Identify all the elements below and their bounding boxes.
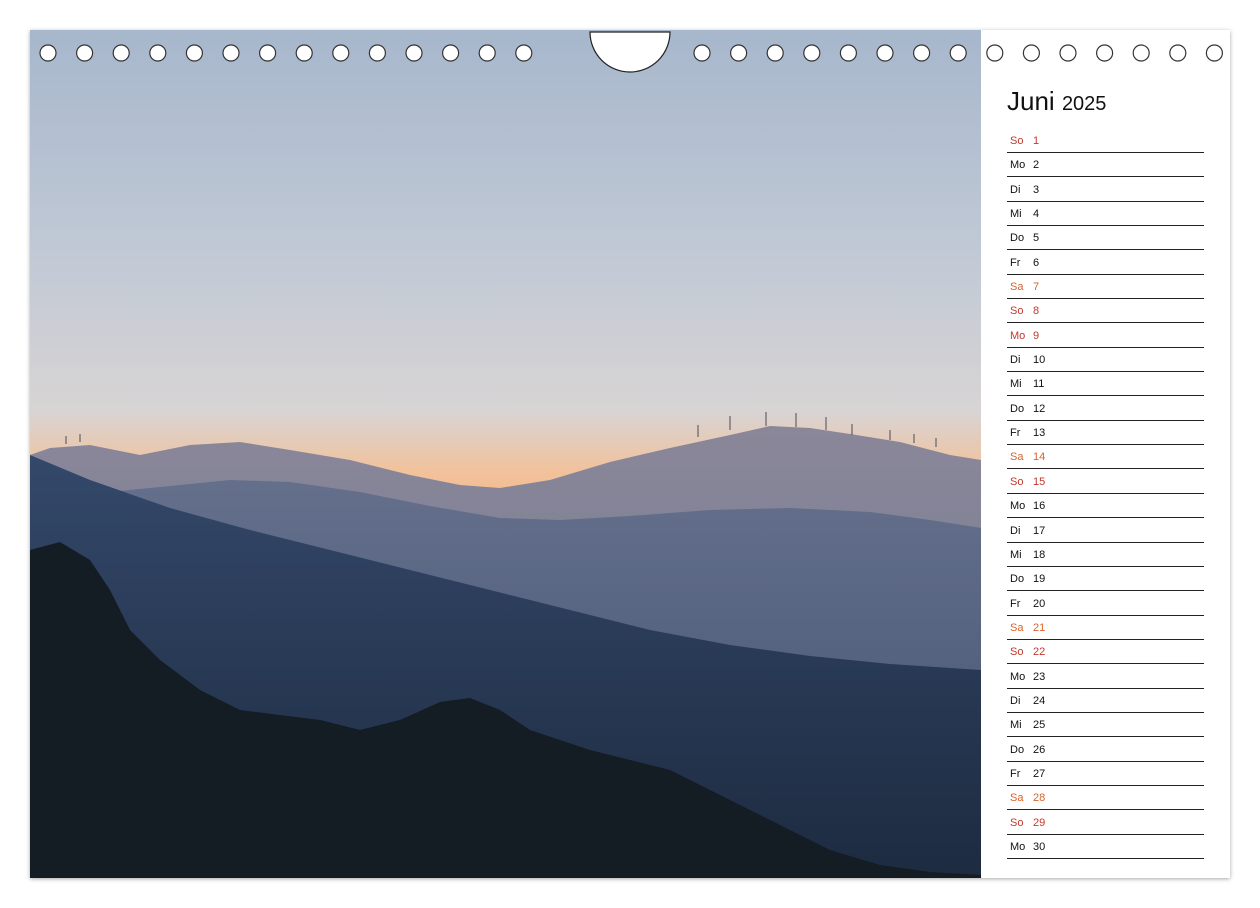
weekday-label: Mi	[1010, 208, 1022, 221]
day-row: Do 5	[1007, 227, 1204, 251]
day-list: So 1 Mo 2 Di 3 Mi 4 Do 5 Fr 6 Sa 7 So 8 Mo 9 Di 10 Mi 11 Do 12 F…	[1007, 130, 1204, 860]
day-row: Mi 4	[1007, 203, 1204, 227]
weekday-label: Mo	[1010, 840, 1026, 853]
day-row: Sa 14	[1007, 446, 1204, 470]
day-row: So 1	[1007, 130, 1204, 153]
day-row: Sa 7	[1007, 276, 1204, 300]
weekday-label: Di	[1010, 694, 1021, 707]
weekday-label: So	[1010, 646, 1024, 659]
day-number: 25	[1033, 719, 1046, 732]
day-row: Sa 28	[1007, 787, 1204, 811]
weekday-label: So	[1010, 135, 1024, 147]
day-row: So 29	[1007, 812, 1204, 835]
weekday-label: Di	[1010, 524, 1021, 537]
day-number: 15	[1033, 475, 1046, 488]
weekday-label: Do	[1010, 573, 1025, 586]
month-name: Juni	[1007, 86, 1055, 116]
day-number: 3	[1033, 183, 1040, 196]
weekday-label: Mo	[1010, 500, 1026, 513]
day-number: 30	[1033, 840, 1046, 853]
weekday-label: Fr	[1010, 597, 1021, 610]
day-number: 24	[1033, 694, 1046, 707]
landscape-photo	[30, 30, 981, 878]
weekday-label: Di	[1010, 354, 1021, 367]
day-row: Fr 20	[1007, 593, 1204, 616]
day-number: 10	[1033, 354, 1046, 367]
day-row: Do 12	[1007, 398, 1204, 421]
day-row: Fr 6	[1007, 252, 1204, 275]
day-row: Di 10	[1007, 349, 1204, 373]
day-number: 28	[1033, 792, 1046, 805]
weekday-label: So	[1010, 475, 1024, 488]
day-number: 19	[1033, 573, 1046, 586]
weekday-label: Mi	[1010, 378, 1022, 391]
day-number: 9	[1033, 329, 1040, 342]
day-number: 2	[1033, 159, 1040, 172]
day-row: Mi 11	[1007, 373, 1204, 397]
day-row: Do 19	[1007, 568, 1204, 592]
day-row: Do 26	[1007, 739, 1204, 762]
day-number: 22	[1033, 646, 1046, 659]
day-row: Fr 13	[1007, 422, 1204, 446]
calendar-page: Juni 2025 So 1 Mo 2 Di 3 Mi 4 Do 5 Fr 6 Sa 7 So 8 Mo 9 Di 1…	[30, 30, 1230, 878]
weekday-label: Fr	[1010, 256, 1021, 269]
day-number: 16	[1033, 500, 1046, 513]
day-row: Mi 25	[1007, 714, 1204, 738]
weekday-label: Fr	[1010, 427, 1021, 440]
weekday-label: Di	[1010, 183, 1021, 196]
day-number: 27	[1033, 767, 1046, 780]
day-number: 14	[1033, 451, 1046, 464]
day-number: 5	[1033, 232, 1040, 245]
day-number: 4	[1033, 208, 1040, 221]
day-number: 23	[1033, 670, 1046, 683]
day-row: So 8	[1007, 300, 1204, 324]
day-row: Sa 21	[1007, 617, 1204, 640]
day-row: Mo 9	[1007, 325, 1204, 348]
mountain-ridge-sunset-icon	[30, 30, 981, 878]
calendar-panel: Juni 2025 So 1 Mo 2 Di 3 Mi 4 Do 5 Fr 6 Sa 7 So 8 Mo 9 Di 1…	[981, 30, 1230, 878]
day-number: 8	[1033, 305, 1040, 318]
day-row: Mi 18	[1007, 544, 1204, 567]
weekday-label: Sa	[1010, 451, 1024, 464]
weekday-label: Mo	[1010, 159, 1026, 172]
weekday-label: Mi	[1010, 719, 1022, 732]
day-number: 26	[1033, 743, 1046, 756]
weekday-label: Mi	[1010, 548, 1022, 561]
day-row: Di 3	[1007, 179, 1204, 202]
day-number: 13	[1033, 427, 1046, 440]
day-row: Mo 2	[1007, 154, 1204, 178]
weekday-label: Do	[1010, 743, 1025, 756]
weekday-label: So	[1010, 305, 1024, 318]
day-row: Di 17	[1007, 520, 1204, 543]
day-number: 6	[1033, 256, 1040, 269]
day-number: 20	[1033, 597, 1046, 610]
weekday-label: Sa	[1010, 792, 1024, 805]
day-number: 1	[1033, 135, 1040, 147]
weekday-label: So	[1010, 816, 1024, 829]
day-number: 11	[1033, 378, 1045, 391]
year-label: 2025	[1061, 93, 1107, 115]
day-number: 12	[1033, 402, 1046, 415]
day-row: Mo 30	[1007, 836, 1204, 859]
weekday-label: Do	[1010, 402, 1025, 415]
weekday-label: Mo	[1010, 670, 1026, 683]
day-number: 21	[1033, 621, 1046, 634]
day-number: 29	[1033, 816, 1046, 829]
day-number: 18	[1033, 548, 1046, 561]
day-row: Mo 16	[1007, 495, 1204, 519]
month-title: Juni 2025	[1007, 86, 1106, 117]
weekday-label: Fr	[1010, 767, 1021, 780]
day-row: Mo 23	[1007, 666, 1204, 689]
day-number: 7	[1033, 281, 1040, 294]
weekday-label: Sa	[1010, 281, 1024, 294]
weekday-label: Do	[1010, 232, 1025, 245]
day-row: Di 24	[1007, 690, 1204, 713]
weekday-label: Mo	[1010, 329, 1026, 342]
day-number: 17	[1033, 524, 1046, 537]
day-row: Fr 27	[1007, 763, 1204, 786]
day-row: So 15	[1007, 471, 1204, 494]
day-row: So 22	[1007, 641, 1204, 665]
weekday-label: Sa	[1010, 621, 1024, 634]
